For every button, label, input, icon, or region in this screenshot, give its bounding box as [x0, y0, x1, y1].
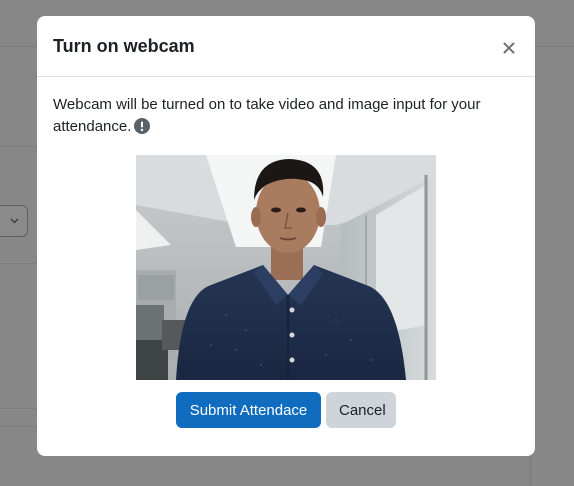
- webcam-notice-text: Webcam will be turned on to take video a…: [53, 96, 481, 135]
- webcam-notice: Webcam will be turned on to take video a…: [53, 94, 513, 138]
- page-root: Turn on webcam Webcam will be turned on …: [0, 0, 574, 486]
- close-button[interactable]: [501, 38, 517, 58]
- chevron-down-icon: [10, 218, 19, 224]
- background-divider: [530, 455, 531, 486]
- background-divider: [535, 46, 574, 47]
- webcam-preview-image: [136, 155, 436, 380]
- modal-header: Turn on webcam: [37, 16, 535, 77]
- webcam-video-preview: [136, 155, 436, 380]
- exclamation-circle-icon[interactable]: [134, 118, 151, 134]
- background-divider: [0, 146, 37, 147]
- background-divider: [0, 263, 37, 264]
- background-divider: [0, 426, 37, 427]
- modal-actions: Submit Attendace Cancel: [176, 392, 396, 428]
- close-icon: [503, 42, 515, 54]
- background-select: [0, 205, 28, 237]
- webcam-modal: Turn on webcam Webcam will be turned on …: [37, 16, 535, 456]
- background-divider: [0, 408, 37, 409]
- modal-title: Turn on webcam: [53, 36, 195, 56]
- cancel-button[interactable]: Cancel: [326, 392, 396, 428]
- background-divider: [0, 46, 37, 47]
- submit-attendance-button[interactable]: Submit Attendace: [176, 392, 321, 428]
